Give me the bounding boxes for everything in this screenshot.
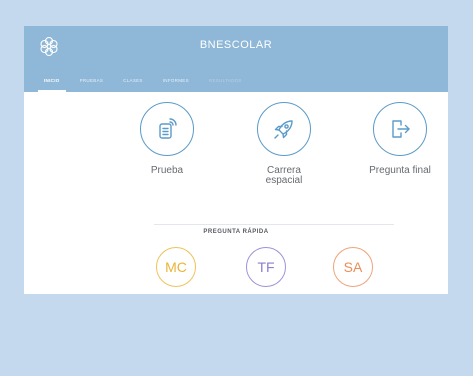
- app-title: BNESCOLAR: [199, 39, 273, 51]
- app-window: BNESCOLAR INICIO PRUEBAS CLASES INFORMES…: [24, 26, 448, 294]
- action-prueba[interactable]: Prueba: [117, 102, 217, 176]
- action-pregunta-final-label: Pregunta final: [369, 165, 431, 176]
- tab-inicio[interactable]: INICIO: [34, 70, 70, 92]
- quick-sa-button[interactable]: SA: [333, 247, 373, 287]
- action-carrera-label-line2: espacial: [265, 175, 303, 186]
- action-pregunta-final-circle[interactable]: [373, 102, 427, 156]
- action-prueba-circle[interactable]: [140, 102, 194, 156]
- top-bar: BNESCOLAR INICIO PRUEBAS CLASES INFORMES…: [24, 26, 448, 92]
- document-broadcast-icon: [159, 118, 177, 139]
- tab-resultados[interactable]: RESULTADOS: [199, 70, 252, 92]
- action-carrera-label: Carrera espacial: [234, 166, 334, 186]
- quick-question-title: PREGUNTA RÁPIDA: [24, 220, 448, 238]
- action-carrera-espacial[interactable]: Carrera espacial: [234, 102, 334, 186]
- tab-pruebas[interactable]: PRUEBAS: [70, 70, 114, 92]
- rocket-icon: [274, 120, 293, 139]
- tab-clases[interactable]: CLASES: [113, 70, 153, 92]
- action-prueba-label: Prueba: [150, 165, 184, 176]
- quick-mc-button[interactable]: MC: [156, 247, 196, 287]
- exit-arrow-icon: [392, 120, 410, 138]
- action-carrera-circle[interactable]: [257, 102, 311, 156]
- action-pregunta-final[interactable]: Pregunta final: [350, 102, 448, 176]
- quick-question-title-text: PREGUNTA RÁPIDA: [195, 229, 277, 235]
- tab-informes[interactable]: INFORMES: [153, 70, 199, 92]
- quick-tf-button[interactable]: TF: [246, 247, 286, 287]
- nav-tabs: INICIO PRUEBAS CLASES INFORMES RESULTADO…: [34, 70, 252, 92]
